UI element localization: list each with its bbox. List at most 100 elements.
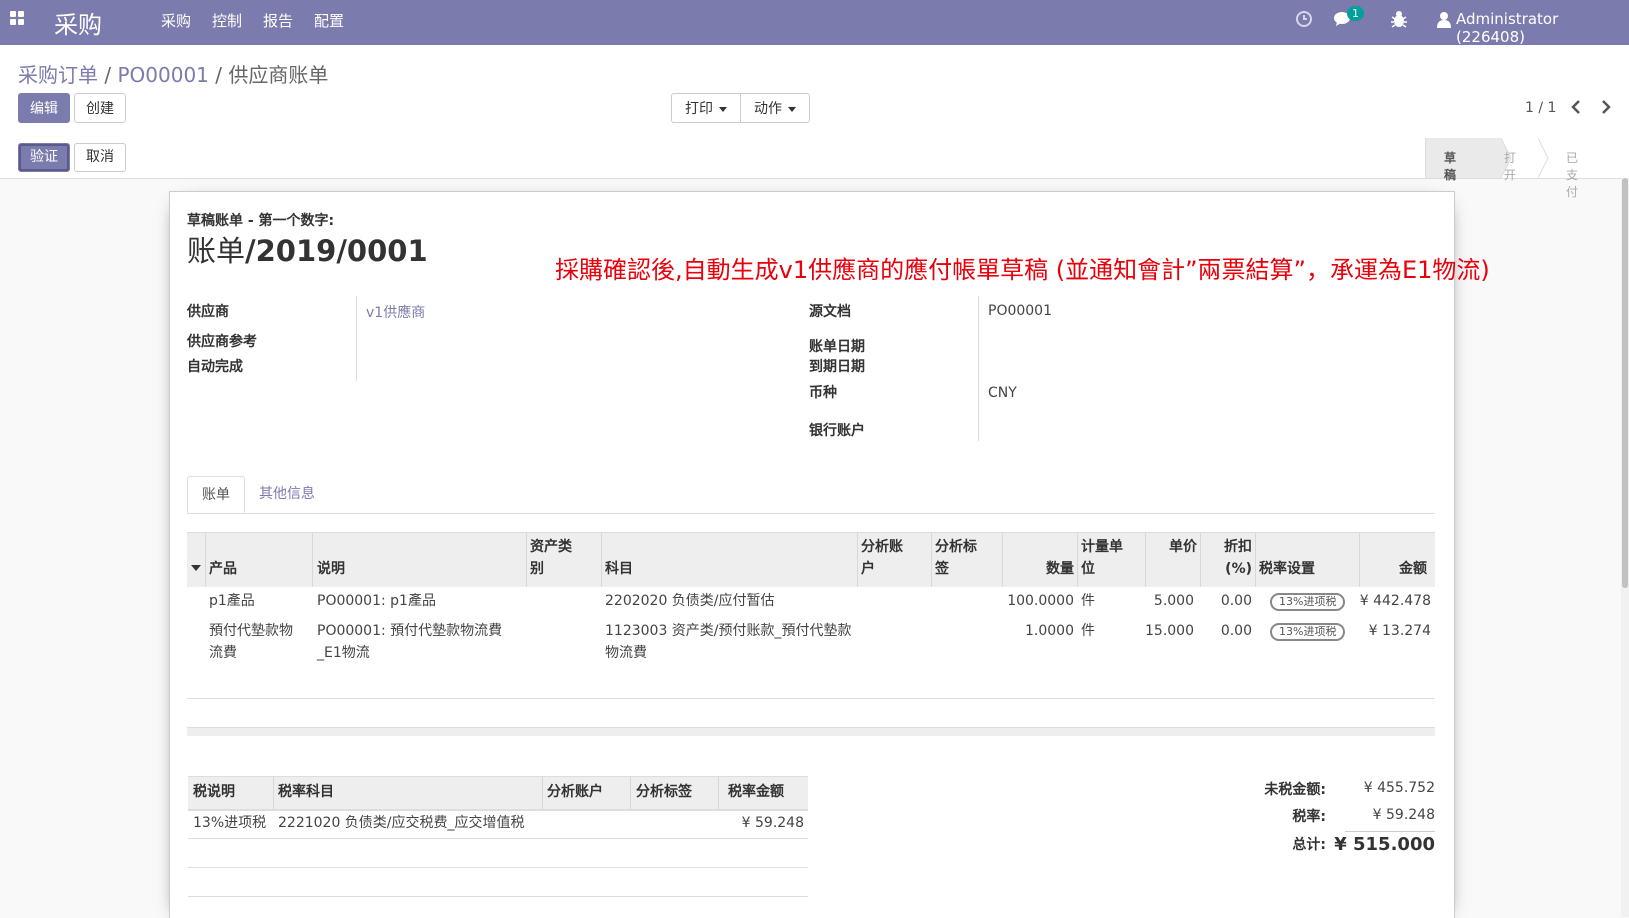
sort-caret-icon[interactable] [191,565,201,572]
tax-tag: 13%进项税 [1270,593,1346,611]
breadcrumb-separator: / [104,63,112,87]
tax-amount: ¥ 59.248 [1372,807,1435,823]
col-amount[interactable]: 金额 [1372,558,1427,580]
source-doc-value: PO00001 [988,303,1052,319]
vendor-label: 供应商 [187,304,229,320]
stage-draft[interactable]: 草稿 [1444,149,1456,183]
action-dropdown[interactable]: 动作 [740,93,810,123]
scrollbar[interactable] [1621,178,1629,917]
empty-row[interactable] [188,838,808,868]
tab-other-info[interactable]: 其他信息 [245,476,329,513]
tax-label: 税率: [1292,809,1326,825]
line-quantity: 100.0000 [1007,593,1074,609]
col-asset-category-line1[interactable]: 资产类 [530,536,572,558]
cancel-button[interactable]: 取消 [74,143,126,172]
col-analytic-line1[interactable]: 分析账 [861,536,903,558]
line-uom: 件 [1081,623,1095,639]
clock-icon[interactable] [1295,10,1313,28]
col-unit-price[interactable]: 单价 [1157,536,1197,558]
breadcrumb: 采购订单 / PO00001 / 供应商账单 [18,59,328,88]
line-description-cont: _E1物流 [317,645,370,661]
line-amount: ¥ 13.274 [1368,623,1431,639]
validate-button[interactable]: 验证 [18,143,70,172]
breadcrumb-purchase-orders[interactable]: 采购订单 [18,63,98,87]
tax-line-description: 13%进项税 [193,815,267,831]
line-account-cont: 物流費 [605,645,647,661]
line-unit-price: 5.000 [1153,593,1194,609]
col-tags-line2: 签 [935,561,949,577]
line-amount: ¥ 442.478 [1359,593,1431,609]
field-divider [978,296,979,441]
table-row[interactable]: p1產品 PO00001: p1產品 2202020 负债类/应付暂估 100.… [187,587,1435,618]
table-row[interactable]: 13%进项税 2221020 负债类/应交税费_应交增值税 ¥ 59.248 [188,809,808,839]
due-date-label: 到期日期 [809,359,865,375]
table-row[interactable]: 預付代墊款物 流費 PO00001: 預付代墊款物流費 _E1物流 112300… [187,617,1435,670]
chevron-right-icon[interactable] [1600,99,1612,115]
chevron-left-icon[interactable] [1570,99,1582,115]
untaxed-amount: ¥ 455.752 [1363,780,1435,796]
line-product-cont: 流費 [209,645,237,661]
caret-down-icon [788,106,796,112]
notebook-tabs: 账单 其他信息 [187,476,1435,514]
col-tax-amount[interactable]: 税率金额 [728,781,784,803]
col-taxes[interactable]: 税率设置 [1259,558,1315,580]
bug-icon[interactable] [1391,11,1407,28]
source-doc-label: 源文档 [809,304,851,320]
col-tax-analytic[interactable]: 分析账户 [547,781,603,803]
line-description: PO00001: 預付代墊款物流費 [317,623,503,639]
currency-value[interactable]: CNY [988,385,1017,401]
menu-config[interactable]: 配置 [314,10,344,31]
empty-row[interactable] [188,867,808,897]
vendor-value[interactable]: v1供應商 [366,302,425,322]
col-tax-account[interactable]: 税率科目 [278,781,334,803]
edit-button[interactable]: 编辑 [18,93,70,123]
user-menu[interactable]: Administrator (226408) [1456,10,1629,46]
user-icon [1437,12,1451,28]
field-divider [356,296,357,381]
empty-row[interactable] [187,669,1435,699]
scrollbar-thumb[interactable] [1622,178,1628,588]
pager-value[interactable]: 1 / 1 [1525,100,1556,116]
menu-reports[interactable]: 报告 [263,10,293,31]
table-footer [187,727,1435,736]
total-amount: ¥ 515.000 [1334,834,1435,855]
bill-title: 账单/2019/0001 [187,228,428,270]
vendor-reference-label: 供应商参考 [187,334,257,350]
col-tax-description[interactable]: 税说明 [193,781,235,803]
stage-open[interactable]: 打开 [1504,149,1516,183]
line-uom: 件 [1081,593,1095,609]
breadcrumb-current: 供应商账单 [228,63,329,87]
print-dropdown[interactable]: 打印 [671,93,741,123]
create-button[interactable]: 创建 [74,93,126,123]
col-analytic-line2: 户 [861,561,875,577]
line-product: 預付代墊款物 [209,623,293,639]
apps-menu-icon[interactable] [10,11,26,27]
col-quantity[interactable]: 数量 [1024,558,1074,580]
status-bar: 验证 取消 草稿 打开 已支付 [0,138,1629,199]
untaxed-label: 未税金额: [1264,782,1326,798]
control-panel: 采购订单 / PO00001 / 供应商账单 编辑 创建 打印 动作 1 / 1 [0,45,1629,139]
col-uom-line2: 位 [1081,561,1095,577]
breadcrumb-po[interactable]: PO00001 [117,63,208,87]
menu-control[interactable]: 控制 [212,10,242,31]
col-description[interactable]: 说明 [317,558,345,580]
col-tax-tags[interactable]: 分析标签 [636,781,692,803]
col-tags-line1[interactable]: 分析标 [935,536,977,558]
line-description: PO00001: p1產品 [317,593,436,609]
breadcrumb-separator: / [215,63,223,87]
bill-title-prefix: 账单 [187,234,246,268]
autocomplete-label: 自动完成 [187,359,243,375]
col-account[interactable]: 科目 [605,558,633,580]
col-uom-line1[interactable]: 计量单 [1081,536,1123,558]
tab-bill[interactable]: 账单 [187,476,245,513]
col-discount-line1[interactable]: 折扣 [1207,536,1252,558]
line-discount: 0.00 [1220,593,1252,609]
app-title: 采购 [54,11,102,39]
col-product[interactable]: 产品 [209,558,237,580]
stage-paid[interactable]: 已支付 [1566,149,1578,200]
tax-tag: 13%进项税 [1270,623,1346,641]
bank-account-label: 银行账户 [809,423,865,439]
line-product: p1產品 [209,593,255,609]
menu-purchase[interactable]: 采购 [161,10,191,31]
bill-date-label: 账单日期 [809,339,865,355]
